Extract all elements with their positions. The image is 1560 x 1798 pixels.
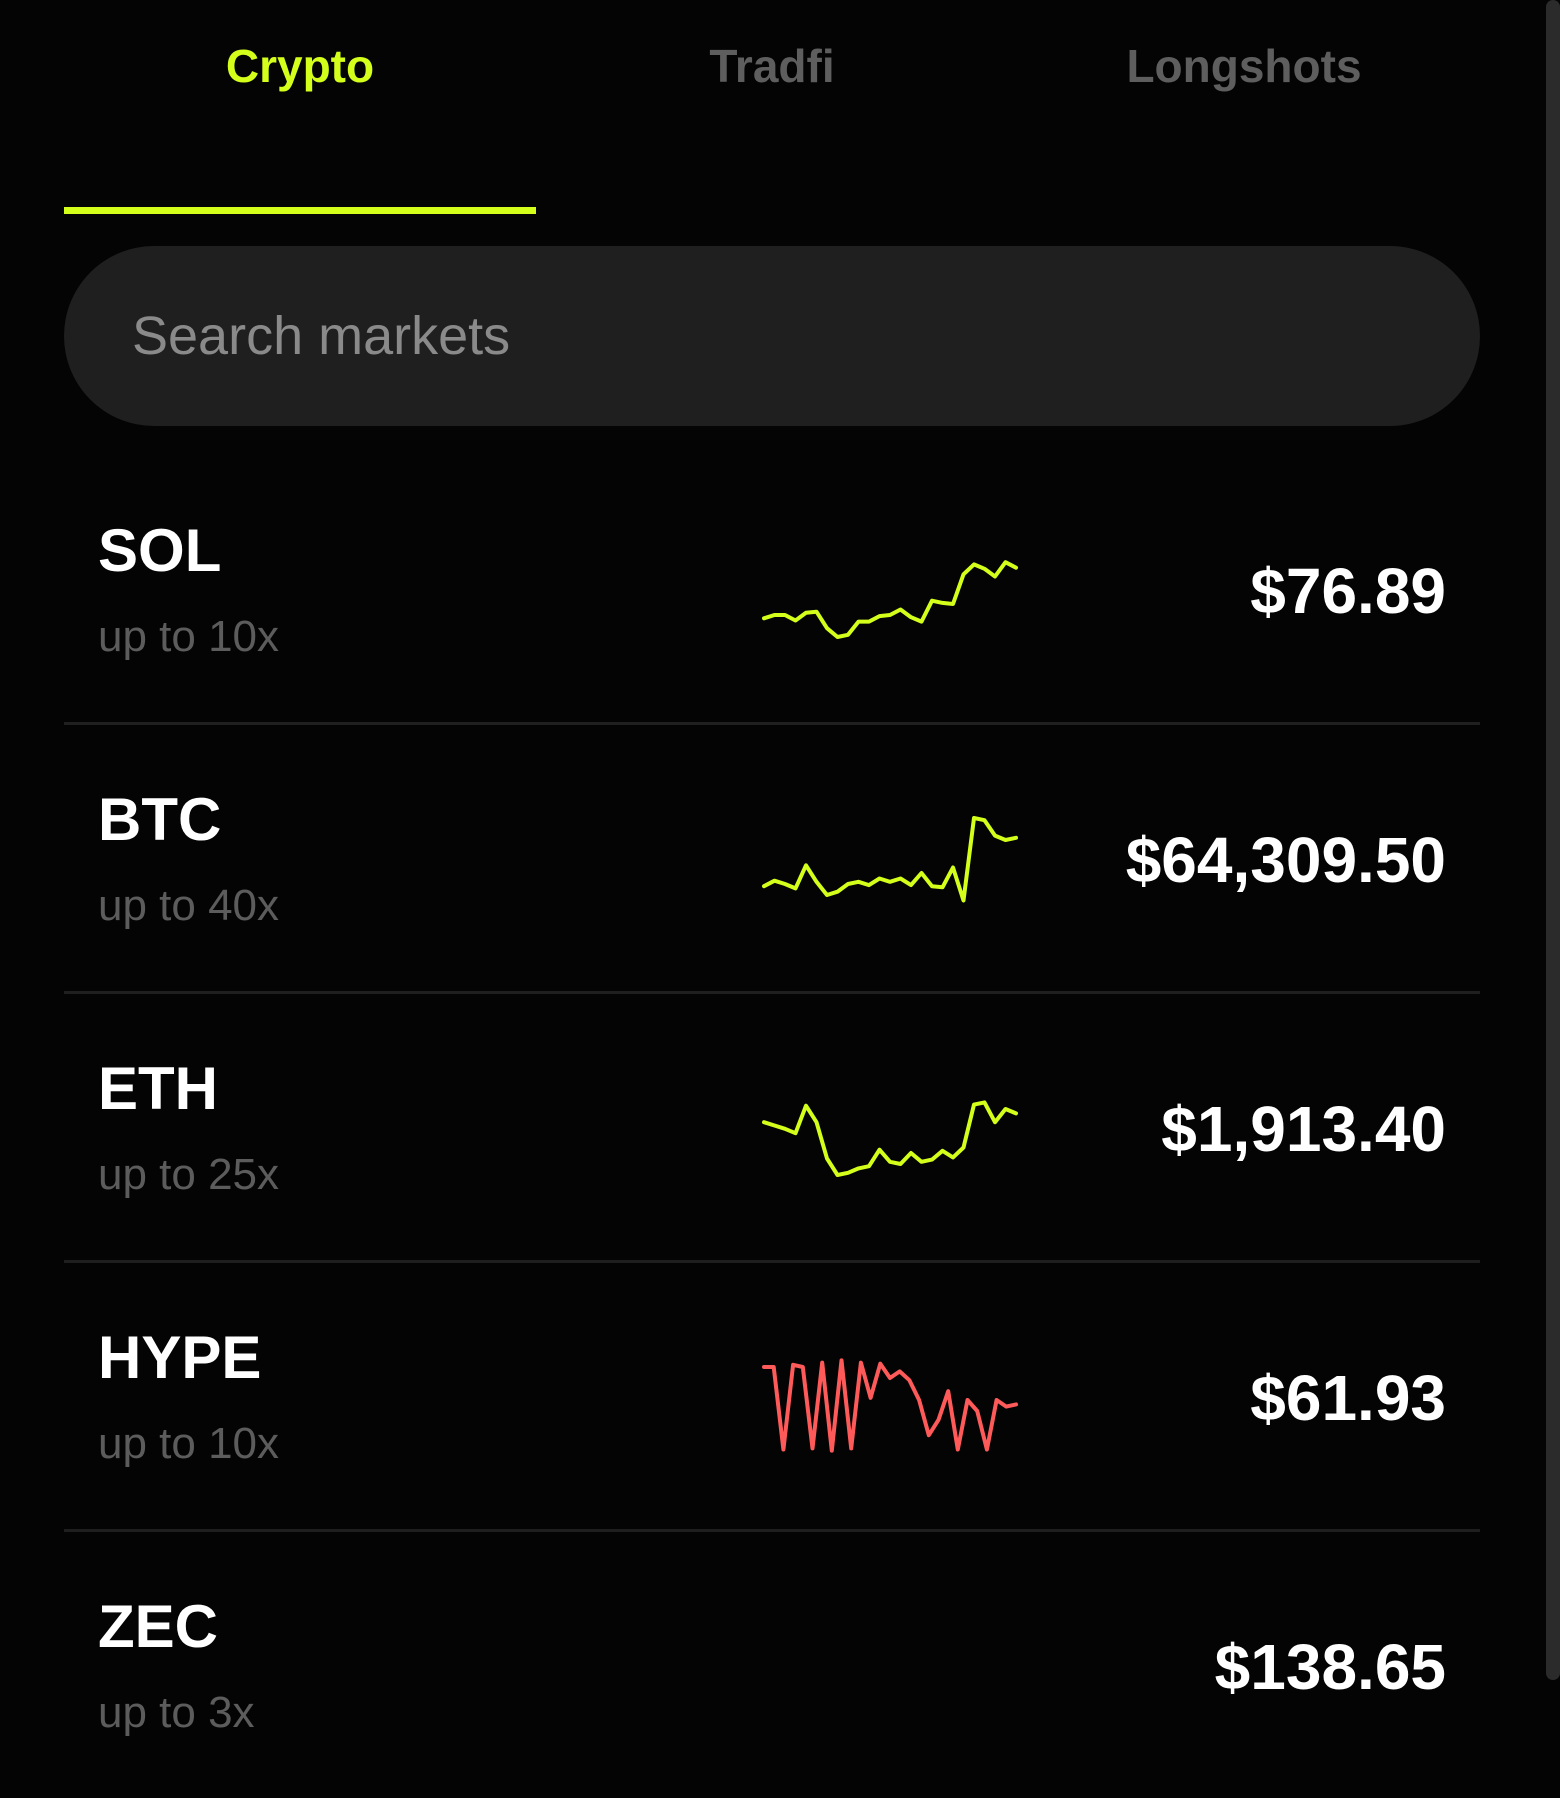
market-price: $1,913.40 <box>1161 1093 1446 1165</box>
active-tab-indicator <box>64 207 536 214</box>
market-list: SOL up to 10x $76.89 BTC up to 40x $64,3… <box>64 456 1480 1798</box>
scrollbar[interactable] <box>1546 0 1560 1680</box>
market-row-hype[interactable]: HYPE up to 10x $61.93 <box>64 1263 1480 1532</box>
market-price: $138.65 <box>1214 1631 1446 1703</box>
price-sparkline <box>760 1610 1020 1728</box>
market-ticker: ETH <box>98 1055 218 1122</box>
market-row-sol[interactable]: SOL up to 10x $76.89 <box>64 456 1480 725</box>
sparkline-path <box>762 816 1018 903</box>
price-sparkline <box>762 560 1018 639</box>
tab-label: Crypto <box>225 40 375 92</box>
market-ticker: BTC <box>98 786 222 853</box>
market-price: $61.93 <box>1250 1362 1446 1434</box>
market-leverage: up to 25x <box>98 1150 280 1199</box>
tab-label: Tradfi <box>709 40 835 92</box>
market-ticker: ZEC <box>98 1593 218 1660</box>
market-ticker: SOL <box>98 517 222 584</box>
price-sparkline <box>762 1358 1018 1453</box>
tab-longshots[interactable]: Longshots <box>1008 0 1480 214</box>
tab-tradfi[interactable]: Tradfi <box>536 0 1008 214</box>
tab-label: Longshots <box>1126 40 1362 92</box>
sparkline-path <box>762 1100 1018 1177</box>
search-bar[interactable] <box>64 246 1480 426</box>
market-leverage: up to 10x <box>98 1419 280 1468</box>
market-ticker: HYPE <box>98 1324 262 1391</box>
market-row-btc[interactable]: BTC up to 40x $64,309.50 <box>64 725 1480 994</box>
search-input[interactable] <box>130 304 1480 368</box>
market-price: $64,309.50 <box>1125 824 1446 896</box>
price-sparkline <box>762 816 1018 903</box>
price-sparkline <box>762 1100 1018 1177</box>
market-leverage: up to 40x <box>98 881 280 930</box>
market-price: $76.89 <box>1250 555 1446 627</box>
market-tabs: Crypto Tradfi Longshots <box>64 0 1480 214</box>
market-leverage: up to 10x <box>98 612 280 661</box>
market-row-eth[interactable]: ETH up to 25x $1,913.40 <box>64 994 1480 1263</box>
sparkline-path <box>762 1358 1018 1453</box>
market-row-zec[interactable]: ZEC up to 3x $138.65 <box>64 1532 1480 1798</box>
market-leverage: up to 3x <box>98 1688 255 1737</box>
tab-crypto[interactable]: Crypto <box>64 0 536 214</box>
sparkline-path <box>762 560 1018 639</box>
